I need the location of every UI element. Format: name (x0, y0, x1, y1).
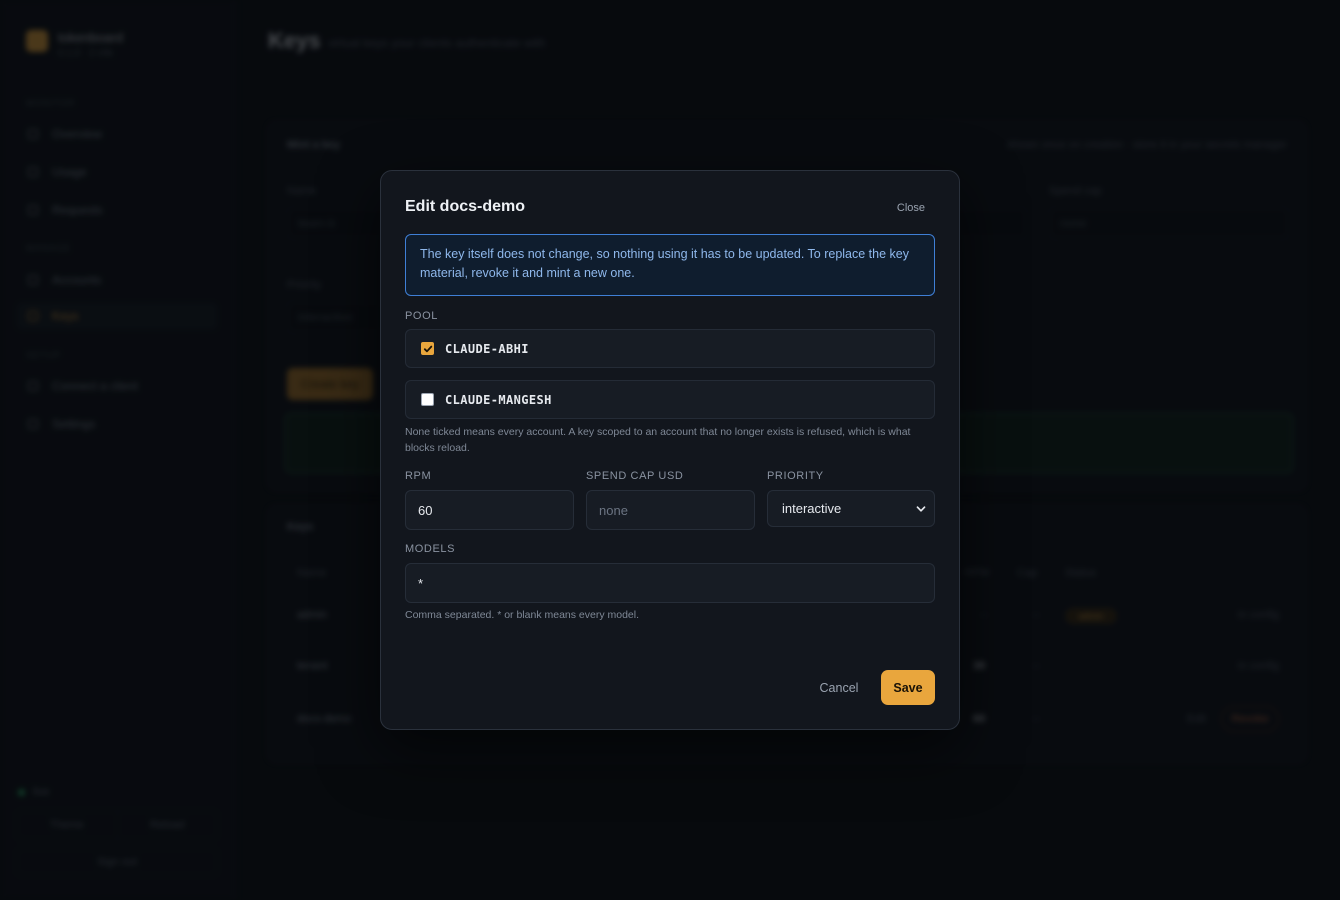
spend-cap-label: Spend cap USD (586, 470, 684, 482)
rpm-input[interactable] (405, 490, 574, 530)
priority-select[interactable]: interactive (767, 490, 935, 527)
edit-key-dialog: Edit docs-demo Close The key itself does… (380, 170, 960, 730)
rpm-label: RPM (405, 470, 432, 482)
close-button[interactable]: Close (897, 202, 925, 214)
pool-option-claude-abhi[interactable]: CLAUDE-ABHI (405, 329, 935, 368)
priority-label: Priority (767, 470, 824, 482)
pool-option-claude-mangesh[interactable]: CLAUDE-MANGESH (405, 380, 935, 419)
models-input[interactable] (405, 563, 935, 603)
checkbox-unchecked-icon[interactable] (421, 393, 434, 406)
pool-option-label: CLAUDE-MANGESH (445, 392, 552, 407)
chevron-down-icon (916, 505, 926, 512)
models-label: Models (405, 543, 456, 555)
pool-option-label: CLAUDE-ABHI (445, 341, 529, 356)
info-notice: The key itself does not change, so nothi… (405, 234, 935, 296)
pool-help-text: None ticked means every account. A key s… (405, 426, 911, 454)
pool-label: Pool (405, 310, 438, 322)
models-help-text: Comma separated. * or blank means every … (405, 609, 640, 621)
save-button[interactable]: Save (881, 670, 935, 705)
checkbox-checked-icon[interactable] (421, 342, 434, 355)
dialog-title: Edit docs-demo (405, 198, 526, 215)
priority-selected-value: interactive (782, 501, 842, 516)
cancel-button[interactable]: Cancel (813, 671, 865, 705)
spend-cap-input[interactable] (586, 490, 755, 530)
